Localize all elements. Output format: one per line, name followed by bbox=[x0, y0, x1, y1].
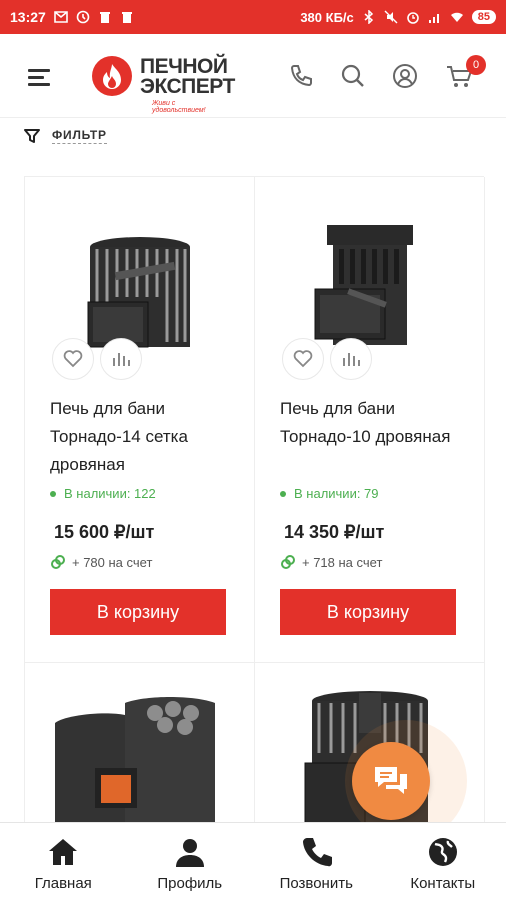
product-card[interactable]: Печь для бани Торнадо-14 сетка дровяная … bbox=[25, 177, 255, 663]
filter-icon bbox=[24, 129, 40, 143]
bonus-points: + 780 на счет bbox=[50, 554, 152, 570]
add-to-cart-button[interactable]: В корзину bbox=[280, 589, 456, 635]
stock-status: В наличии: 79 bbox=[280, 486, 379, 501]
product-price: 14 350 ₽/шт bbox=[284, 522, 385, 542]
bonus-icon bbox=[51, 555, 65, 569]
user-icon[interactable] bbox=[391, 62, 419, 90]
nav-home[interactable]: Главная bbox=[0, 823, 127, 900]
stock-dot bbox=[50, 490, 56, 497]
compare-button[interactable] bbox=[330, 338, 372, 380]
mute-icon bbox=[384, 10, 398, 24]
app-header: ПЕЧНОЙ ЭКСПЕРТ Живи с удовольствием! 0 bbox=[0, 34, 506, 118]
product-title[interactable]: Печь для бани Торнадо-14 сетка дровяная bbox=[50, 395, 240, 479]
bottom-navigation: Главная Профиль Позвонить Контакты bbox=[0, 822, 506, 900]
filter-label: ФИЛЬТР bbox=[52, 128, 107, 144]
stock-dot bbox=[280, 490, 286, 497]
nav-contacts-label: Контакты bbox=[410, 875, 476, 892]
nav-profile[interactable]: Профиль bbox=[127, 823, 254, 900]
alarm-icon bbox=[406, 12, 419, 24]
search-icon[interactable] bbox=[339, 62, 367, 90]
bonus-icon bbox=[281, 555, 295, 569]
trash-icon bbox=[99, 12, 110, 23]
compare-chart-icon bbox=[343, 353, 360, 366]
product-image[interactable] bbox=[25, 663, 255, 827]
product-card[interactable]: Печь для бани Торнадо-10 дровяная В нали… bbox=[255, 177, 485, 663]
chat-icon bbox=[375, 767, 407, 794]
product-price: 15 600 ₽/шт bbox=[54, 522, 155, 542]
bluetooth-icon bbox=[364, 10, 373, 24]
add-to-cart-button[interactable]: В корзину bbox=[50, 589, 226, 635]
network-speed: 380 КБ/с bbox=[300, 9, 354, 25]
filter-toggle[interactable]: ФИЛЬТР bbox=[24, 128, 107, 144]
logo-slogan: Живи с удовольствием! bbox=[152, 100, 206, 114]
gmail-icon bbox=[54, 11, 68, 23]
status-time: 13:27 bbox=[10, 9, 46, 25]
nav-call[interactable]: Позвонить bbox=[253, 823, 380, 900]
stock-text: В наличии: 79 bbox=[294, 486, 379, 501]
phone-icon bbox=[303, 838, 333, 867]
signal-icon bbox=[428, 14, 439, 23]
product-card[interactable] bbox=[25, 663, 255, 827]
menu-icon[interactable] bbox=[28, 69, 50, 86]
compare-button[interactable] bbox=[100, 338, 142, 380]
stock-status: В наличии: 122 bbox=[50, 486, 156, 501]
logo[interactable]: ПЕЧНОЙ ЭКСПЕРТ Живи с удовольствием! bbox=[90, 50, 235, 114]
logo-text-line1: ПЕЧНОЙ bbox=[140, 55, 228, 78]
favorite-button[interactable] bbox=[52, 338, 94, 380]
flame-logo-icon bbox=[92, 56, 132, 96]
favorite-button[interactable] bbox=[282, 338, 324, 380]
nav-contacts[interactable]: Контакты bbox=[380, 823, 506, 900]
home-icon bbox=[49, 839, 78, 865]
battery-indicator: 85 bbox=[471, 10, 496, 24]
chat-button[interactable] bbox=[352, 742, 430, 820]
phone-icon[interactable] bbox=[287, 62, 315, 90]
logo-text-line2: ЭКСПЕРТ bbox=[140, 75, 235, 98]
heart-icon bbox=[293, 350, 313, 368]
nav-call-label: Позвонить bbox=[279, 875, 353, 892]
globe-icon bbox=[428, 838, 457, 866]
nav-profile-label: Профиль bbox=[157, 875, 223, 892]
heart-icon bbox=[63, 350, 83, 368]
cart-count-badge: 0 bbox=[466, 55, 486, 75]
trash-icon bbox=[121, 12, 132, 23]
status-bar: 13:27 380 КБ/с 85 bbox=[0, 0, 506, 34]
bonus-text: + 780 на счет bbox=[72, 554, 153, 570]
wifi-icon bbox=[450, 12, 463, 22]
compare-chart-icon bbox=[113, 353, 130, 366]
bonus-text: + 718 на счет bbox=[302, 554, 383, 570]
stock-text: В наличии: 122 bbox=[64, 486, 156, 501]
bonus-points: + 718 на счет bbox=[280, 554, 382, 570]
shield-icon bbox=[76, 10, 90, 24]
nav-home-label: Главная bbox=[34, 875, 92, 892]
profile-icon bbox=[175, 839, 204, 867]
product-title[interactable]: Печь для бани Торнадо-10 дровяная bbox=[280, 395, 470, 451]
